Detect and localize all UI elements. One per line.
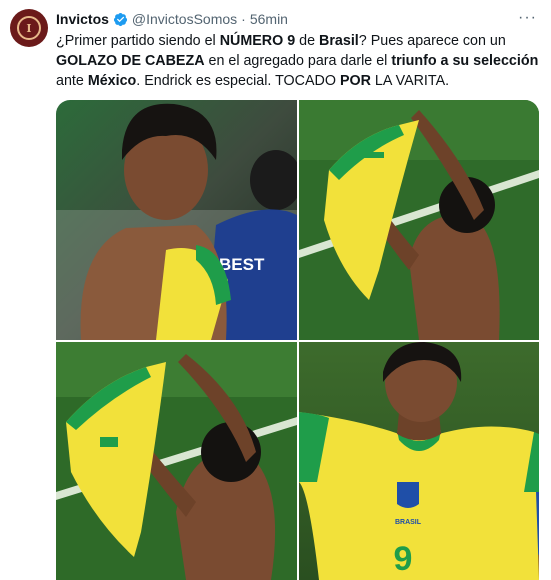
author-name[interactable]: Invictos (56, 11, 109, 27)
separator-dot: · (241, 11, 246, 27)
timestamp[interactable]: 56min (250, 11, 288, 27)
photo-1-shirt-text: BEST (219, 255, 265, 274)
tweet-text-run: de (295, 33, 320, 49)
tweet-text-bold: GOLAZO DE CABEZA (56, 53, 205, 69)
verified-badge-icon (113, 12, 127, 26)
tweet-text-bold: triunfo a su selección (391, 53, 539, 69)
photo-4-crest-text: BRASIL (395, 519, 422, 526)
photo-4[interactable]: BRASIL 9 (299, 342, 539, 580)
tweet-text: ¿Primer partido siendo el NÚMERO 9 de Br… (56, 31, 541, 91)
photo-4-image: BRASIL 9 (299, 342, 539, 580)
tweet-text-bold: NÚMERO 9 (219, 33, 296, 49)
photo-4-number: 9 (394, 540, 413, 578)
tweet-header: Invictos @InvictosSomos · 56min (56, 10, 288, 28)
photo-1-image: BEST (56, 100, 297, 340)
photo-2[interactable] (299, 100, 539, 340)
photo-3[interactable] (56, 342, 297, 580)
tweet-text-run: ¿Primer partido siendo el (56, 33, 220, 49)
more-options-icon[interactable]: ··· (518, 9, 537, 27)
tweet-text-bold: POR (339, 73, 371, 89)
photo-grid: BEST BRASIL 9 (56, 100, 539, 580)
tweet-text-bold: Brasil (319, 33, 359, 49)
tweet-text-run: . Endrick es especial. TOCADO (136, 73, 340, 89)
avatar[interactable]: I (10, 9, 48, 47)
photo-2-image (299, 100, 539, 340)
tweet-text-run: ante (56, 73, 88, 89)
tweet-text-bold: México (87, 73, 137, 89)
avatar-logo: I (17, 16, 41, 40)
photo-1[interactable]: BEST (56, 100, 297, 340)
tweet-text-run: LA VARITA. (370, 73, 450, 89)
photo-3-image (56, 342, 297, 580)
tweet-text-run: ? Pues aparece con un (358, 33, 506, 49)
tweet-text-run: en el agregado para darle el (204, 53, 392, 69)
author-handle[interactable]: @InvictosSomos (132, 11, 237, 27)
